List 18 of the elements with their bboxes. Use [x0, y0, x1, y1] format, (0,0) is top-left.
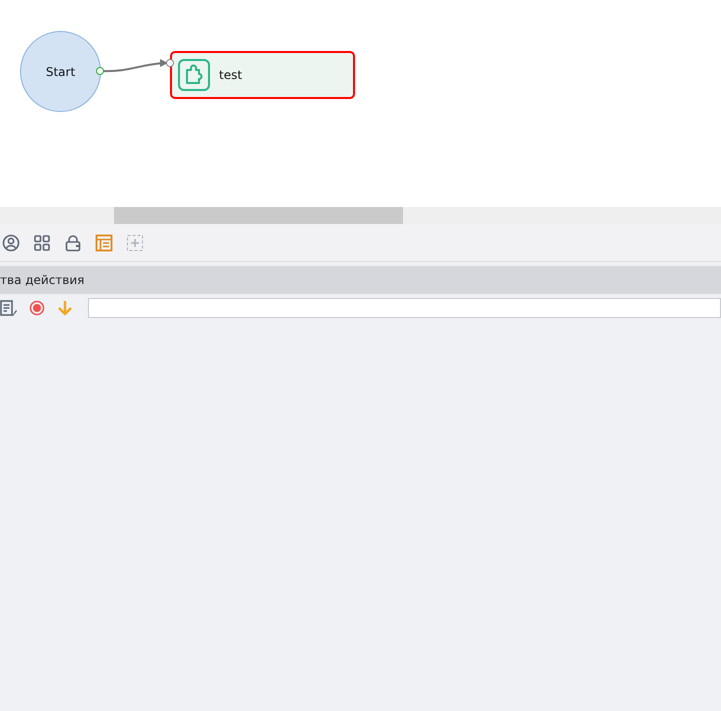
- start-node[interactable]: Start: [20, 31, 101, 112]
- table-icon[interactable]: [95, 234, 113, 252]
- action-node[interactable]: test: [170, 51, 355, 99]
- puzzle-icon: [178, 59, 210, 91]
- node-label: Start: [46, 64, 76, 80]
- arrow-down-icon[interactable]: [56, 299, 74, 317]
- output-port[interactable]: [96, 67, 104, 75]
- scrollbar-thumb[interactable]: [114, 207, 403, 224]
- panel-title: тва действия: [0, 272, 84, 289]
- node-label: test: [219, 67, 242, 84]
- record-icon[interactable]: [28, 299, 46, 317]
- connector-arrow: [102, 59, 168, 72]
- input-port[interactable]: [166, 59, 174, 67]
- user-icon[interactable]: [2, 234, 20, 252]
- grid-icon[interactable]: [33, 234, 51, 252]
- input-field[interactable]: [88, 298, 721, 318]
- lock-icon[interactable]: [64, 234, 82, 252]
- notes-icon[interactable]: [0, 299, 18, 317]
